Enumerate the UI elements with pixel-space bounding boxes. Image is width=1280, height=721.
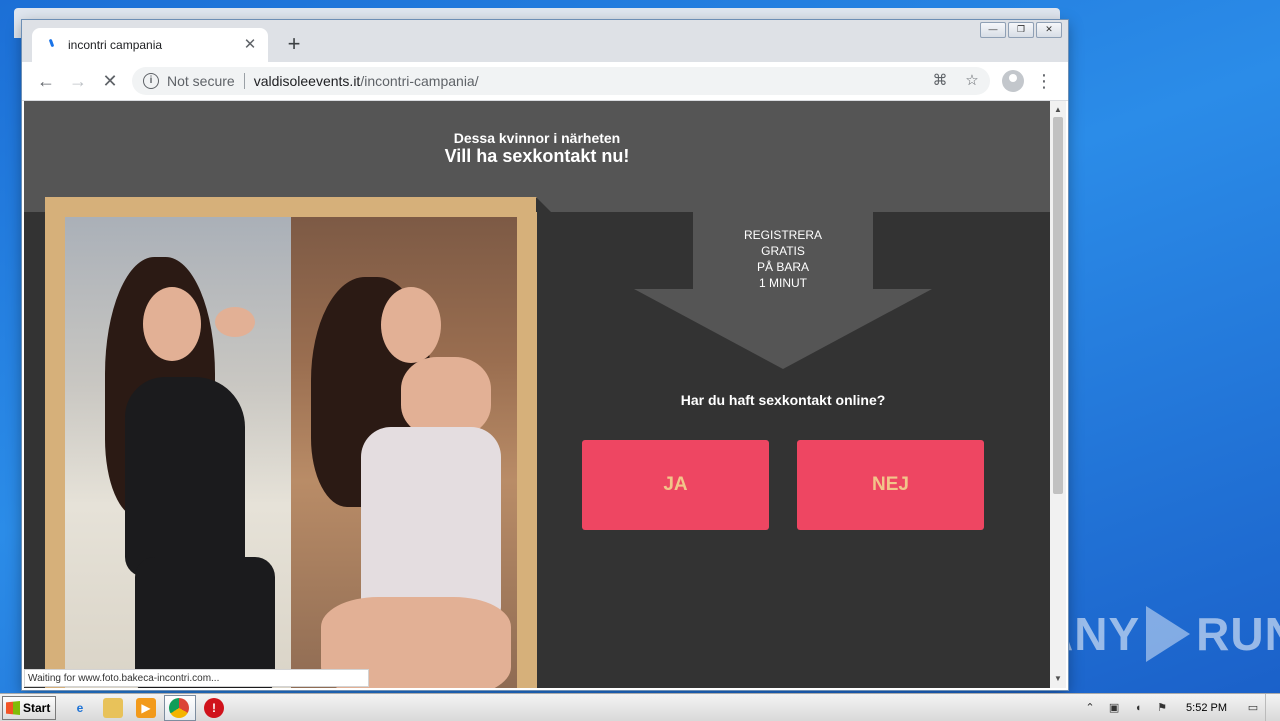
photo-woman-left xyxy=(65,217,291,688)
play-logo-icon xyxy=(1146,606,1191,662)
hero-title: Vill ha sexkontakt nu! xyxy=(444,146,630,166)
scroll-up-icon[interactable]: ▲ xyxy=(1050,103,1066,117)
forward-arrow-icon[interactable]: → xyxy=(66,69,90,93)
opera-icon[interactable]: ! xyxy=(204,698,224,718)
scroll-down-icon[interactable]: ▼ xyxy=(1050,672,1066,686)
tab-strip: incontri campania ✕ + — ❐ ✕ xyxy=(22,20,1068,62)
page-viewport: Dessa kvinnor i närheten Vill ha sexkont… xyxy=(24,101,1050,688)
new-tab-button[interactable]: + xyxy=(282,33,306,57)
maximize-button[interactable]: ❐ xyxy=(1008,22,1034,38)
vertical-scrollbar[interactable]: ▲ ▼ xyxy=(1050,101,1066,688)
back-arrow-icon[interactable]: ← xyxy=(34,69,58,93)
tray-expand-icon[interactable]: ⌃ xyxy=(1082,700,1098,716)
browser-window: incontri campania ✕ + — ❐ ✕ ← → ✕ i Not … xyxy=(22,20,1068,690)
show-desktop-button[interactable] xyxy=(1265,694,1280,721)
desktop-monitor-icon[interactable]: ▭ xyxy=(1245,700,1261,716)
tab-close-icon[interactable]: ✕ xyxy=(242,37,258,53)
browser-toolbar: ← → ✕ i Not secure valdisoleevents.it/in… xyxy=(22,62,1068,101)
clock[interactable]: 5:52 PM xyxy=(1186,702,1227,714)
taskbar: Start e ▶ ! ⌃ ▣ ◖ ⚑ 5:52 PM ▭ xyxy=(0,693,1280,721)
anyrun-watermark: ANY RUN xyxy=(1040,606,1280,662)
scroll-thumb[interactable] xyxy=(1053,117,1063,494)
minimize-button[interactable]: — xyxy=(980,22,1006,38)
hero-subtitle: Dessa kvinnor i närheten xyxy=(453,130,621,146)
profile-avatar-icon[interactable] xyxy=(1002,70,1024,92)
network-icon[interactable]: ▣ xyxy=(1106,700,1122,716)
no-button[interactable]: NEJ xyxy=(797,440,984,530)
photo-woman-right xyxy=(291,217,517,688)
security-label: Not secure xyxy=(167,73,235,89)
media-player-icon[interactable]: ▶ xyxy=(136,698,156,718)
url-path: /incontri-campania/ xyxy=(360,73,479,89)
windows-logo-icon xyxy=(6,701,20,715)
loading-spinner-icon xyxy=(46,38,60,52)
stop-loading-icon[interactable]: ✕ xyxy=(98,69,122,93)
url-host: valdisoleevents.it xyxy=(253,73,361,89)
window-controls: — ❐ ✕ xyxy=(980,22,1062,38)
yes-button[interactable]: JA xyxy=(582,440,769,530)
register-line-1: REGISTRERA xyxy=(743,228,822,242)
register-line-4: 1 MINUT xyxy=(759,276,807,290)
register-text: REGISTRERA GRATIS PÅ BARA 1 MINUT xyxy=(693,227,873,291)
file-explorer-icon[interactable] xyxy=(103,698,123,718)
tab-active[interactable]: incontri campania ✕ xyxy=(32,28,268,62)
menu-dots-icon[interactable]: ⋮ xyxy=(1034,70,1054,92)
action-center-flag-icon[interactable]: ⚑ xyxy=(1154,700,1170,716)
start-label: Start xyxy=(23,701,51,715)
address-bar[interactable]: i Not secure valdisoleevents.it/incontri… xyxy=(132,67,990,95)
tab-title: incontri campania xyxy=(68,38,163,52)
close-window-button[interactable]: ✕ xyxy=(1036,22,1062,38)
start-button[interactable]: Start xyxy=(2,696,56,720)
chrome-icon[interactable] xyxy=(169,698,189,718)
bookmark-star-icon[interactable]: ☆ xyxy=(962,71,982,91)
register-line-3: PÅ BARA xyxy=(756,260,810,274)
omnibox-divider xyxy=(243,73,245,89)
volume-icon[interactable]: ◖ xyxy=(1130,700,1146,716)
info-icon[interactable]: i xyxy=(143,73,159,89)
hero-banner: Dessa kvinnor i närheten Vill ha sexkont… xyxy=(24,101,1050,212)
register-line-2: GRATIS xyxy=(761,244,805,258)
question-text: Har du haft sexkontakt online? xyxy=(680,392,886,408)
watermark-run: RUN xyxy=(1196,608,1280,660)
register-arrow-head xyxy=(634,289,932,369)
status-bubble: Waiting for www.foto.bakeca-incontri.com… xyxy=(24,669,369,687)
photo-frame xyxy=(45,197,537,688)
frame-notch xyxy=(536,197,551,212)
system-tray: ⌃ ▣ ◖ ⚑ 5:52 PM ▭ xyxy=(1078,694,1280,721)
internet-explorer-icon[interactable]: e xyxy=(70,698,90,718)
translate-icon[interactable]: ⌘ xyxy=(930,71,950,91)
